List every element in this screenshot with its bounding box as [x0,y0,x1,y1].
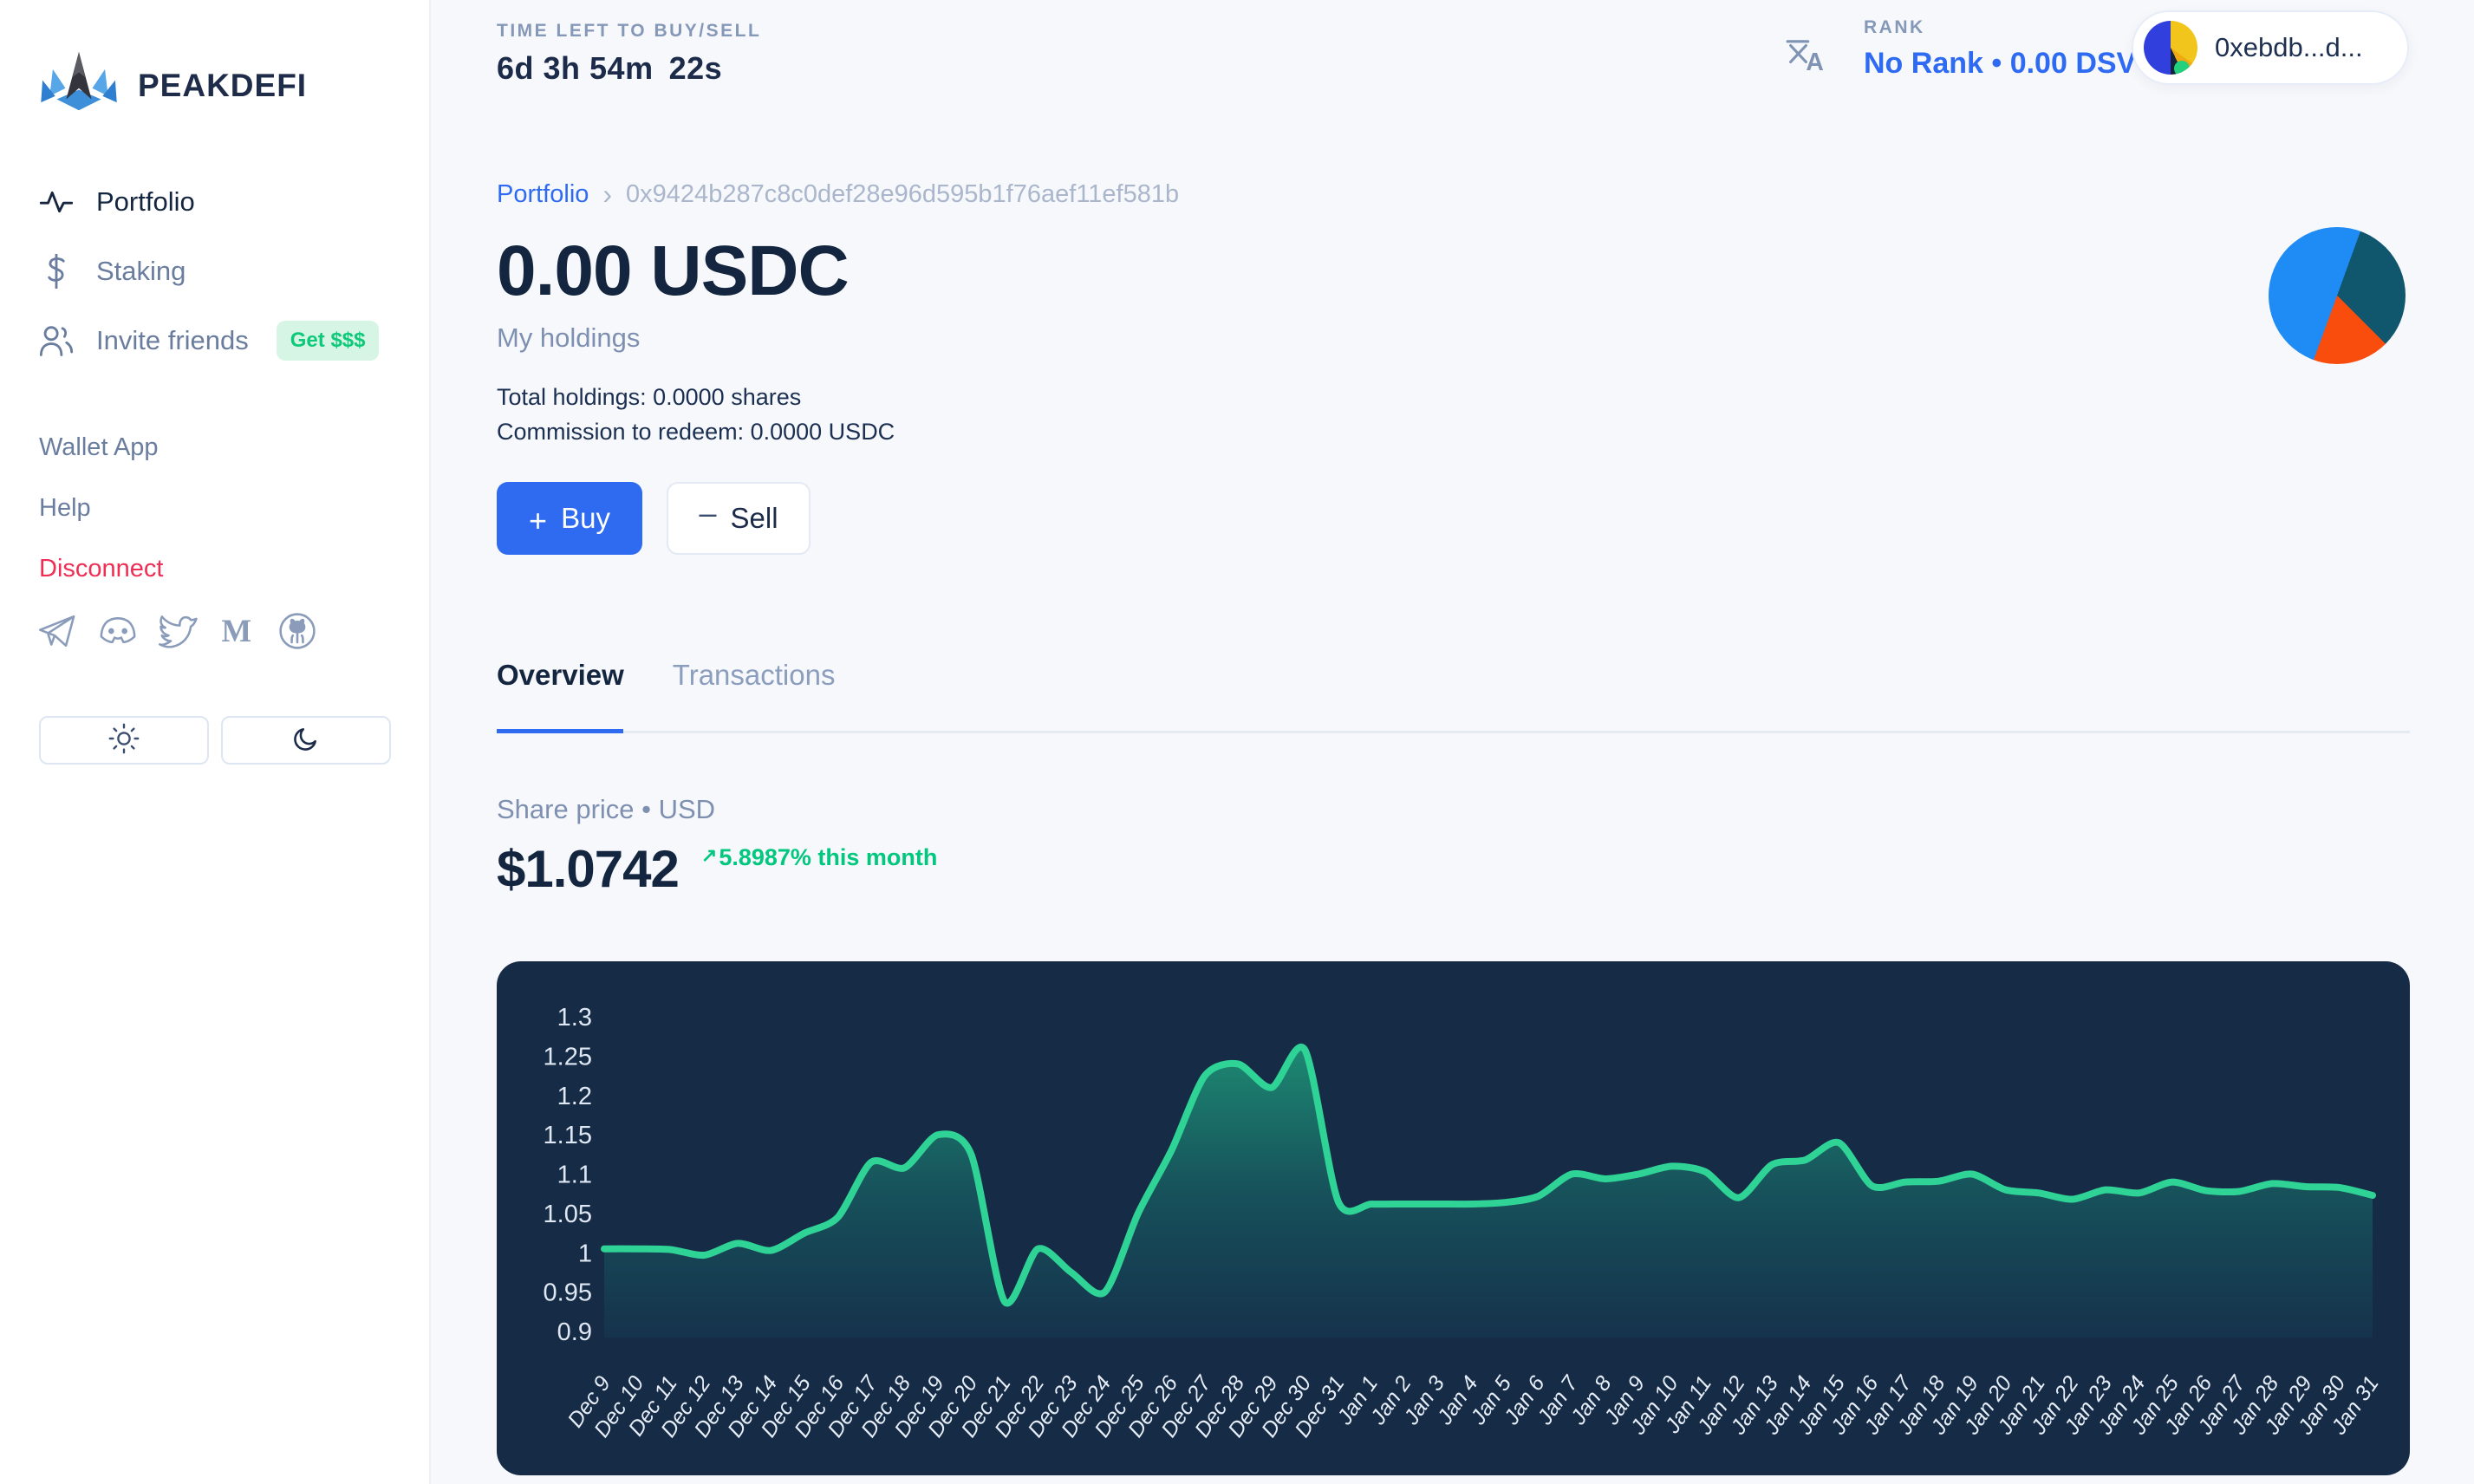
svg-text:0.9: 0.9 [557,1318,592,1346]
svg-text:A: A [1806,49,1823,76]
peakdefi-logo[interactable]: PEAKDEFI [39,50,307,121]
sidebar-item-portfolio[interactable]: Portfolio [39,178,195,226]
social-links: M [39,612,316,650]
github-icon[interactable] [278,612,316,650]
sidebar-item-staking[interactable]: Staking [39,247,186,296]
sidebar-item-invite-friends[interactable]: Invite friends Get $$$ [39,316,379,365]
breadcrumb-portfolio-link[interactable]: Portfolio [497,180,589,209]
countdown-block: TIME LEFT TO BUY/SELL 6d 3h 54m 22s [497,21,761,87]
tab-bar: Overview Transactions [497,659,2410,733]
share-price-chart: 1.31.251.21.151.11.0510.950.9Dec 9Dec 10… [497,961,2410,1475]
sidebar-link-disconnect[interactable]: Disconnect [39,555,163,583]
svg-text:1: 1 [578,1240,592,1267]
rank-value: No Rank • 0.00 DSV [1864,47,2136,81]
share-price-change: ↗ 5.8987% this month [701,844,938,871]
wallet-avatar [2144,21,2197,75]
breadcrumb-fund-address: 0x9424b287c8c0def28e96d595b1f76aef11ef58… [626,180,1179,209]
theme-switcher [39,716,391,765]
total-holdings-text: Total holdings: 0.0000 shares [497,380,895,414]
rank-block: RANK No Rank • 0.00 DSV [1864,17,2136,81]
svg-text:1.25: 1.25 [544,1043,592,1071]
light-mode-button[interactable] [39,716,209,765]
svg-text:1.3: 1.3 [557,1004,592,1032]
svg-text:1.2: 1.2 [557,1083,592,1110]
invite-reward-badge: Get $$$ [277,321,380,361]
share-price-change-text: 5.8987% this month [719,844,937,871]
countdown-value: 6d 3h 54m 22s [497,50,761,87]
svg-text:1.05: 1.05 [544,1201,592,1228]
sidebar: PEAKDEFI Portfolio Staking Invit [0,0,431,1484]
countdown-dhm: 6d 3h 54m [497,50,654,86]
rank-label: RANK [1864,17,2136,38]
commission-text: Commission to redeem: 0.0000 USDC [497,414,895,449]
wallet-account-button[interactable]: 0xebdb...d... [2132,10,2409,85]
sell-button[interactable]: – Sell [667,482,811,555]
users-icon [39,325,74,356]
svg-text:M: M [221,614,251,648]
holdings-caption: My holdings [497,322,640,354]
wallet-address: 0xebdb...d... [2215,32,2363,63]
share-price-block: Share price • USD $1.0742 ↗ 5.8987% this… [497,794,937,899]
sidebar-link-wallet-app[interactable]: Wallet App [39,433,159,462]
sidebar-item-label: Portfolio [96,186,195,218]
countdown-label: TIME LEFT TO BUY/SELL [497,21,761,42]
buy-button[interactable]: + Buy [497,482,642,555]
active-tab-indicator [497,729,623,733]
moon-icon [292,725,320,757]
plus-icon: + [529,503,547,539]
chevron-right-icon: › [602,179,612,211]
twitter-icon[interactable] [159,614,199,648]
line-chart-canvas: 1.31.251.21.151.11.0510.950.9Dec 9Dec 10… [497,961,2410,1475]
discord-icon[interactable] [98,614,138,648]
app-title: PEAKDEFI [138,68,307,104]
main-content: TIME LEFT TO BUY/SELL 6d 3h 54m 22s A RAN… [433,0,2474,1484]
share-price-value: $1.0742 [497,839,679,899]
holdings-summary: Total holdings: 0.0000 shares Commission… [497,380,895,449]
sidebar-item-label: Invite friends [96,325,249,356]
trade-actions: + Buy – Sell [497,482,811,555]
countdown-seconds: 22s [669,50,723,86]
tab-overview[interactable]: Overview [497,659,624,692]
svg-text:1.1: 1.1 [557,1162,592,1189]
minus-icon: – [699,495,716,531]
tab-transactions[interactable]: Transactions [673,659,836,692]
sidebar-item-label: Staking [96,256,186,287]
buy-button-label: Buy [561,502,610,535]
page-title-holdings-value: 0.00 USDC [497,231,849,312]
svg-text:0.95: 0.95 [544,1279,592,1307]
telegram-icon[interactable] [39,614,77,648]
share-price-label: Share price • USD [497,794,937,825]
allocation-pie-chart [2269,227,2406,364]
trend-up-icon: ↗ [701,844,717,867]
peakdefi-logo-icon [39,50,119,121]
dark-mode-button[interactable] [221,716,391,765]
svg-text:1.15: 1.15 [544,1122,592,1149]
sell-button-label: Sell [731,502,778,535]
breadcrumb: Portfolio › 0x9424b287c8c0def28e96d595b1… [497,179,1179,211]
language-icon[interactable]: A [1781,31,1826,81]
sidebar-link-help[interactable]: Help [39,494,91,523]
medium-icon[interactable]: M [219,614,257,648]
dollar-icon [39,254,74,289]
activity-icon [39,189,74,215]
sun-icon [108,723,140,758]
